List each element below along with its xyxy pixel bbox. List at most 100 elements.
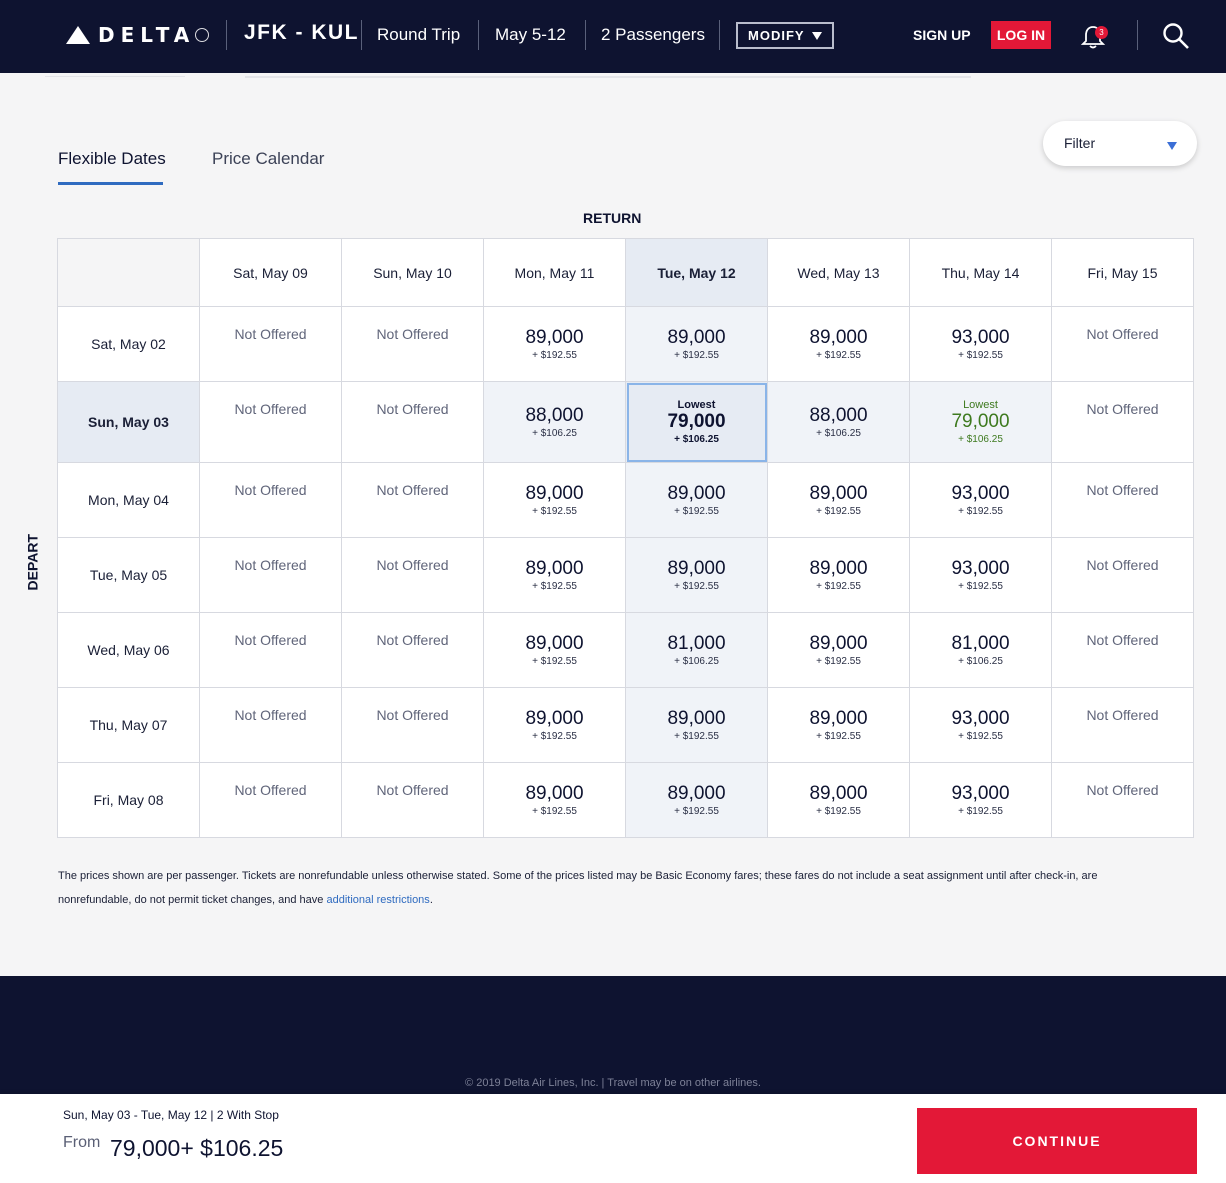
fare-miles: 89,000	[809, 707, 868, 729]
fare-cell[interactable]: 89,000 + $192.55	[625, 462, 768, 538]
fare-cell-not-offered: Not Offered	[199, 537, 342, 613]
divider	[45, 76, 185, 77]
from-label: From	[63, 1134, 101, 1151]
fare-taxes: + $192.55	[674, 505, 719, 517]
passengers-label: 2 Passengers	[601, 25, 705, 44]
continue-button[interactable]: CONTINUE	[917, 1108, 1197, 1174]
fare-cell-not-offered: Not Offered	[199, 462, 342, 538]
log-in-button[interactable]: LOG IN	[991, 21, 1051, 49]
fare-row: Tue, May 05 Not Offered Not Offered 89,000 +…	[57, 537, 1194, 613]
return-axis-label: RETURN	[583, 210, 642, 226]
fare-cell[interactable]: 88,000 + $106.25	[483, 381, 626, 463]
fare-cell[interactable]: 93,000 + $192.55	[909, 462, 1052, 538]
total-price: 79,000+ $106.25	[110, 1135, 284, 1161]
fare-cell[interactable]: 93,000 + $192.55	[909, 306, 1052, 382]
fare-grid: Sat, May 09 Sun, May 10 Mon, May 11 Tue, Ma…	[57, 238, 1194, 838]
fare-taxes: + $192.55	[674, 805, 719, 817]
fare-cell[interactable]: 88,000 + $106.25	[767, 381, 910, 463]
return-date-header: Sat, May 09	[199, 238, 342, 307]
fare-row: Thu, May 07 Not Offered Not Offered 89,000 +…	[57, 687, 1194, 763]
divider	[226, 20, 227, 50]
fare-miles: 88,000	[525, 404, 584, 426]
fare-taxes: + $192.55	[674, 580, 719, 592]
travel-dates-label: May 5-12	[495, 25, 566, 44]
fare-cell[interactable]: 89,000 + $192.55	[767, 306, 910, 382]
depart-date-header: Sun, May 03	[57, 381, 200, 463]
fare-cell[interactable]: 93,000 + $192.55	[909, 687, 1052, 763]
fare-miles: 89,000	[809, 482, 868, 504]
notification-count-badge: 3	[1095, 26, 1108, 39]
sign-up-link[interactable]: SIGN UP	[913, 27, 971, 43]
fare-miles: 89,000	[809, 782, 868, 804]
divider	[245, 76, 971, 78]
fare-taxes: + $192.55	[958, 730, 1003, 742]
fare-miles: 89,000	[525, 782, 584, 804]
fare-cell[interactable]: 89,000 + $192.55	[483, 762, 626, 838]
disclaimer-text: The prices shown are per passenger. Tick…	[58, 870, 1098, 906]
fare-cell[interactable]: 89,000 + $192.55	[483, 687, 626, 763]
depart-date-header: Wed, May 06	[57, 612, 200, 688]
fare-miles: 79,000	[667, 410, 726, 432]
fare-taxes: + $106.25	[532, 427, 577, 439]
trip-summary-bar: Sun, May 03 - Tue, May 12 | 2 With Stop …	[0, 1094, 1226, 1183]
fare-cell-not-offered: Not Offered	[341, 462, 484, 538]
tab-flexible-dates[interactable]: Flexible Dates	[58, 149, 166, 169]
fare-cell[interactable]: 89,000 + $192.55	[625, 537, 768, 613]
fare-cell[interactable]: 93,000 + $192.55	[909, 762, 1052, 838]
return-date-header: Wed, May 13	[767, 238, 910, 307]
filter-dropdown[interactable]: Filter	[1043, 121, 1197, 166]
fare-cell[interactable]: 89,000 + $192.55	[483, 612, 626, 688]
modify-button[interactable]: MODIFY	[736, 22, 834, 49]
fare-cell[interactable]: 89,000 + $192.55	[767, 687, 910, 763]
fare-taxes: + $192.55	[532, 730, 577, 742]
fare-cell[interactable]: 89,000 + $192.55	[625, 687, 768, 763]
page-footer: © 2019 Delta Air Lines, Inc. | Travel ma…	[0, 976, 1226, 1096]
fare-cell[interactable]: 93,000 + $192.55	[909, 537, 1052, 613]
modify-label: MODIFY	[748, 28, 805, 43]
fare-taxes: + $192.55	[816, 805, 861, 817]
fare-cell[interactable]: 89,000 + $192.55	[625, 762, 768, 838]
grid-corner	[57, 238, 200, 307]
fare-taxes: + $192.55	[532, 655, 577, 667]
fare-cell[interactable]: 89,000 + $192.55	[483, 537, 626, 613]
additional-restrictions-link[interactable]: additional restrictions	[326, 894, 429, 906]
fare-row: Fri, May 08 Not Offered Not Offered 89,000 +…	[57, 762, 1194, 838]
fare-cell[interactable]: 89,000 + $192.55	[483, 462, 626, 538]
search-icon[interactable]	[1162, 22, 1190, 50]
fare-taxes: + $106.25	[958, 655, 1003, 667]
fare-taxes: + $192.55	[532, 580, 577, 592]
fare-taxes: + $192.55	[532, 805, 577, 817]
fare-row: Sun, May 03 Not Offered Not Offered 88,000 +…	[57, 381, 1194, 463]
fare-cell[interactable]: Lowest 79,000 + $106.25	[625, 381, 768, 463]
fare-cell[interactable]: 81,000 + $106.25	[909, 612, 1052, 688]
return-date-header: Thu, May 14	[909, 238, 1052, 307]
divider	[361, 20, 362, 50]
fare-miles: 89,000	[525, 707, 584, 729]
fare-taxes: + $106.25	[674, 433, 719, 445]
fare-cell[interactable]: 89,000 + $192.55	[625, 306, 768, 382]
divider	[585, 20, 586, 50]
fare-miles: 79,000	[951, 410, 1010, 432]
fare-taxes: + $192.55	[816, 505, 861, 517]
fare-miles: 93,000	[951, 782, 1010, 804]
fare-cell-not-offered: Not Offered	[341, 687, 484, 763]
fare-cell[interactable]: Lowest 79,000 + $106.25	[909, 381, 1052, 463]
tab-price-calendar[interactable]: Price Calendar	[212, 149, 324, 169]
fare-miles: 81,000	[951, 632, 1010, 654]
fare-cell[interactable]: 89,000 + $192.55	[767, 537, 910, 613]
delta-logo[interactable]: DELTA	[66, 22, 210, 48]
fare-cell[interactable]: 89,000 + $192.55	[767, 462, 910, 538]
fare-taxes: + $192.55	[816, 655, 861, 667]
fare-miles: 89,000	[525, 557, 584, 579]
fare-cell-not-offered: Not Offered	[341, 306, 484, 382]
copyright-text: © 2019 Delta Air Lines, Inc. | Travel ma…	[465, 1077, 761, 1089]
fare-cell[interactable]: 89,000 + $192.55	[767, 762, 910, 838]
fare-miles: 89,000	[667, 707, 726, 729]
fare-cell[interactable]: 89,000 + $192.55	[483, 306, 626, 382]
fare-cell-not-offered: Not Offered	[199, 306, 342, 382]
divider	[719, 20, 720, 50]
fare-miles: 93,000	[951, 326, 1010, 348]
fare-cell[interactable]: 81,000 + $106.25	[625, 612, 768, 688]
fare-cell-not-offered: Not Offered	[1051, 537, 1194, 613]
fare-cell[interactable]: 89,000 + $192.55	[767, 612, 910, 688]
